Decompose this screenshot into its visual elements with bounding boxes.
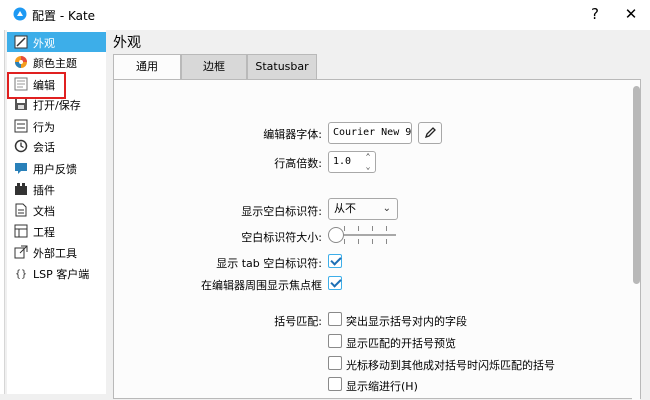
whitespace-size-slider[interactable]: [328, 224, 398, 246]
behavior-icon: [14, 119, 28, 133]
indent-lines-checkbox[interactable]: [328, 377, 342, 391]
tab-general[interactable]: 通用: [113, 54, 181, 81]
slider-tick: [386, 239, 387, 244]
settings-content: 外观 通用 边框 Statusbar 编辑器字体: Courier New 9 …: [110, 30, 642, 400]
sidebar-item-label: 行为: [33, 121, 55, 134]
svg-text:{}: {}: [15, 269, 27, 280]
window-title: 配置 - Kate: [32, 9, 96, 23]
feedback-icon: [15, 163, 27, 174]
close-button[interactable]: ✕: [621, 4, 641, 24]
vertical-scrollbar[interactable]: [632, 80, 640, 400]
font-label: 编辑器字体:: [263, 128, 322, 141]
slider-tick: [358, 239, 359, 244]
slider-handle[interactable]: [328, 227, 344, 243]
sidebar-item-label: 外观: [33, 37, 55, 50]
sidebar-item-projects[interactable]: 工程: [7, 221, 106, 241]
kate-app-icon: [13, 7, 27, 21]
line-height-value: 1.0: [333, 156, 352, 167]
page-title: 外观: [113, 35, 141, 51]
kate-config-window: 配置 - Kate ? ✕ 外观 颜色主题 编辑 打开/保存 行为 会话 用户反…: [0, 0, 650, 400]
bracket-preview-checkbox[interactable]: [328, 334, 342, 348]
plugin-icon: [15, 183, 27, 195]
spin-arrows[interactable]: ⌃ ⌄: [363, 152, 373, 172]
sidebar-item-label: 打开/保存: [33, 99, 81, 112]
bracket-preview-label: 显示匹配的开括号预览: [346, 337, 456, 350]
external-tools-icon: [14, 245, 28, 259]
sidebar-item-label: 文档: [33, 205, 55, 218]
general-tab-panel: 编辑器字体: Courier New 9 行高倍数: 1.0 ⌃ ⌄ 显示空白标…: [113, 79, 641, 400]
sidebar-item-external-tools[interactable]: 外部工具: [7, 242, 106, 262]
sidebar-item-lsp-client[interactable]: {} LSP 客户端: [7, 263, 106, 283]
slider-tick: [372, 239, 373, 244]
font-field[interactable]: Courier New 9: [328, 122, 412, 144]
document-icon: [15, 203, 27, 217]
sidebar-item-feedback[interactable]: 用户反馈: [7, 158, 106, 178]
slider-tick: [344, 226, 345, 231]
chevron-down-icon: ⌄: [382, 203, 391, 214]
project-icon: [14, 224, 28, 238]
show-tab-checkbox[interactable]: [328, 254, 342, 268]
line-height-label: 行高倍数:: [274, 157, 322, 170]
open-save-icon: [15, 98, 27, 110]
color-theme-icon: [15, 56, 27, 68]
sidebar-item-label: LSP 客户端: [33, 268, 90, 281]
title-bar: 配置 - Kate ? ✕: [0, 0, 650, 30]
slider-tick: [344, 239, 345, 244]
session-icon: [14, 139, 28, 153]
left-window-edge: [0, 30, 5, 394]
annotation-highlight-box: [7, 72, 66, 99]
tab-borders[interactable]: 边框: [181, 54, 247, 80]
lsp-icon: {}: [15, 269, 27, 280]
indent-lines-label: 显示缩进行(H): [346, 380, 418, 393]
sidebar-item-label: 外部工具: [33, 247, 77, 260]
whitespace-size-label: 空白标识符大小:: [241, 231, 322, 244]
font-picker-button[interactable]: [418, 122, 442, 144]
sidebar-item-appearance[interactable]: 外观: [7, 32, 106, 52]
line-height-spinbox[interactable]: 1.0 ⌃ ⌄: [328, 151, 376, 173]
show-whitespace-label: 显示空白标识符:: [241, 205, 322, 218]
sidebar-item-plugins[interactable]: 插件: [7, 179, 106, 199]
slider-tick: [358, 226, 359, 231]
sidebar-item-label: 用户反馈: [33, 163, 77, 176]
slider-tick: [372, 226, 373, 231]
sidebar-item-behavior[interactable]: 行为: [7, 116, 106, 136]
tab-statusbar[interactable]: Statusbar: [247, 54, 317, 80]
spin-up-icon[interactable]: ⌃: [363, 152, 373, 162]
appearance-icon: [14, 35, 28, 49]
sidebar-item-color-theme[interactable]: 颜色主题: [7, 52, 106, 72]
scrollbar-thumb[interactable]: [633, 86, 640, 284]
slider-tick: [386, 226, 387, 231]
sidebar-item-session[interactable]: 会话: [7, 136, 106, 156]
focus-frame-checkbox[interactable]: [328, 276, 342, 290]
show-whitespace-value: 从不: [334, 202, 356, 215]
show-tab-label: 显示 tab 空白标识符:: [216, 257, 322, 270]
bracket-matching-label: 括号匹配:: [274, 315, 322, 328]
bracket-highlight-label: 突出显示括号对内的字段: [346, 315, 467, 328]
bracket-flash-label: 光标移动到其他成对括号时闪烁匹配的括号: [346, 359, 555, 372]
sidebar-item-documents[interactable]: 文档: [7, 200, 106, 220]
pen-icon: [424, 127, 436, 139]
help-button[interactable]: ?: [585, 4, 605, 24]
sidebar-item-label: 插件: [33, 184, 55, 197]
focus-frame-label: 在编辑器周围显示焦点框: [201, 279, 322, 292]
sidebar-item-label: 颜色主题: [33, 57, 77, 70]
sidebar-item-label: 会话: [33, 141, 55, 154]
bracket-highlight-checkbox[interactable]: [328, 312, 342, 326]
spin-down-icon[interactable]: ⌄: [363, 162, 373, 172]
sidebar-item-label: 工程: [33, 226, 55, 239]
bracket-flash-checkbox[interactable]: [328, 356, 342, 370]
show-whitespace-combo[interactable]: 从不 ⌄: [328, 198, 398, 220]
